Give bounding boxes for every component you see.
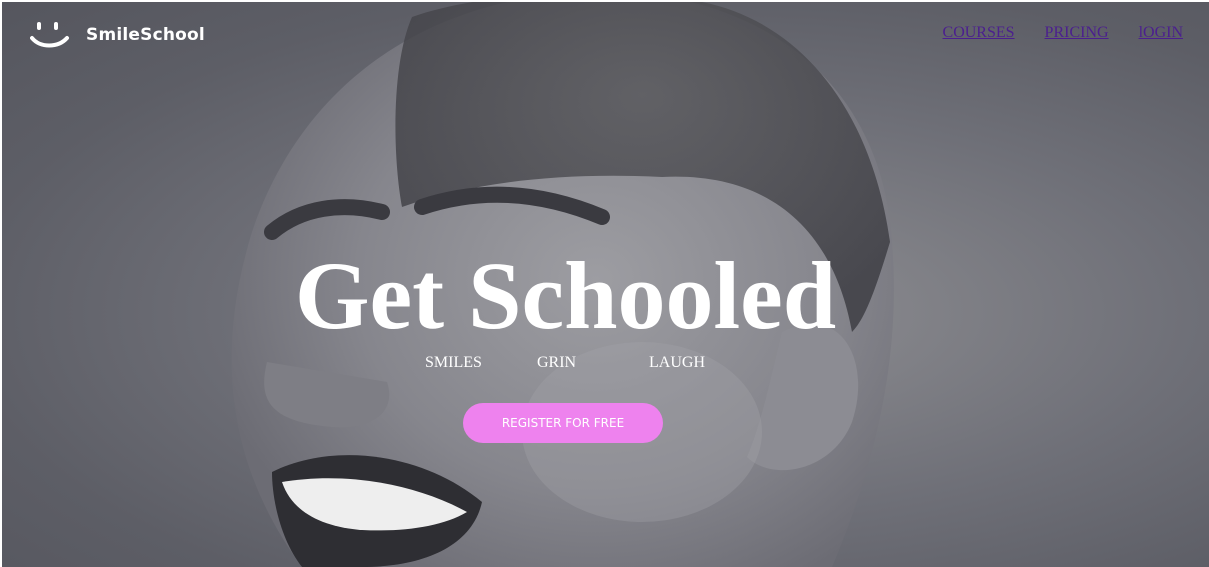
- hero-headline: Get Schooled: [294, 242, 837, 349]
- register-button[interactable]: REGISTER FOR FREE: [463, 403, 663, 443]
- hero-tags: SMILES GRIN LAUGH: [425, 354, 761, 372]
- tag-smiles: SMILES: [425, 354, 482, 371]
- nav-link-courses[interactable]: COURSES: [943, 24, 1015, 42]
- brand-logo[interactable]: SmileSchool: [30, 20, 205, 50]
- top-nav: COURSES PRICING lOGIN: [943, 24, 1183, 42]
- brand-name: SmileSchool: [86, 25, 205, 45]
- hero-section: SmileSchool COURSES PRICING lOGIN Get Sc…: [2, 2, 1209, 567]
- tag-laugh: LAUGH: [649, 354, 705, 371]
- nav-link-login[interactable]: lOGIN: [1139, 24, 1183, 42]
- smiley-face-icon: [30, 22, 69, 48]
- tag-grin: GRIN: [537, 354, 577, 371]
- nav-link-pricing[interactable]: PRICING: [1045, 24, 1109, 42]
